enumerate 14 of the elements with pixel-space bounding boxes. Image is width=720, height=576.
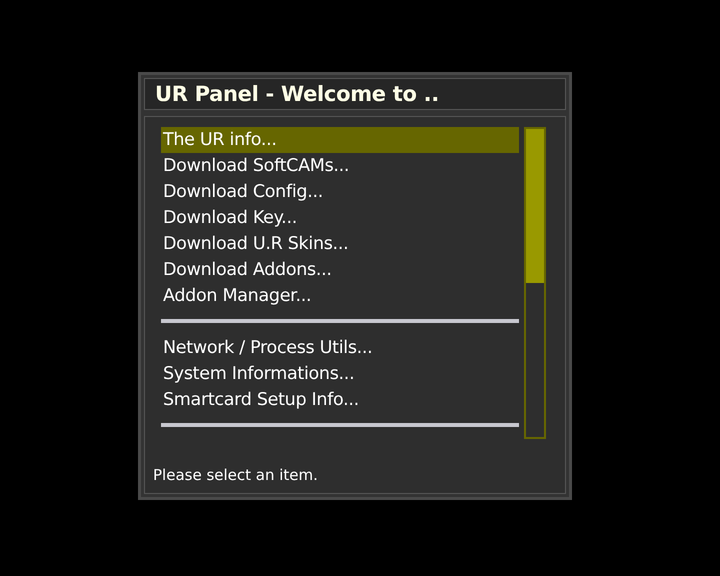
menu-item[interactable]: Network / Process Utils... [161, 335, 519, 361]
menu-item[interactable]: Download Addons... [161, 257, 519, 283]
menu-item[interactable]: The UR info... [161, 127, 519, 153]
scrollbar[interactable] [524, 127, 546, 439]
window-title: UR Panel - Welcome to .. [155, 82, 439, 106]
menu-item[interactable]: Smartcard Setup Info... [161, 387, 519, 413]
menu-item[interactable]: Download SoftCAMs... [161, 153, 519, 179]
menu-item[interactable]: Download Key... [161, 205, 519, 231]
menu-item[interactable]: Download Config... [161, 179, 519, 205]
menu-item[interactable]: Download U.R Skins... [161, 231, 519, 257]
status-text: Please select an item. [153, 466, 319, 484]
menu-item[interactable]: Addon Manager... [161, 283, 519, 309]
menu-item[interactable]: System Informations... [161, 361, 519, 387]
scroll-thumb[interactable] [526, 129, 544, 283]
